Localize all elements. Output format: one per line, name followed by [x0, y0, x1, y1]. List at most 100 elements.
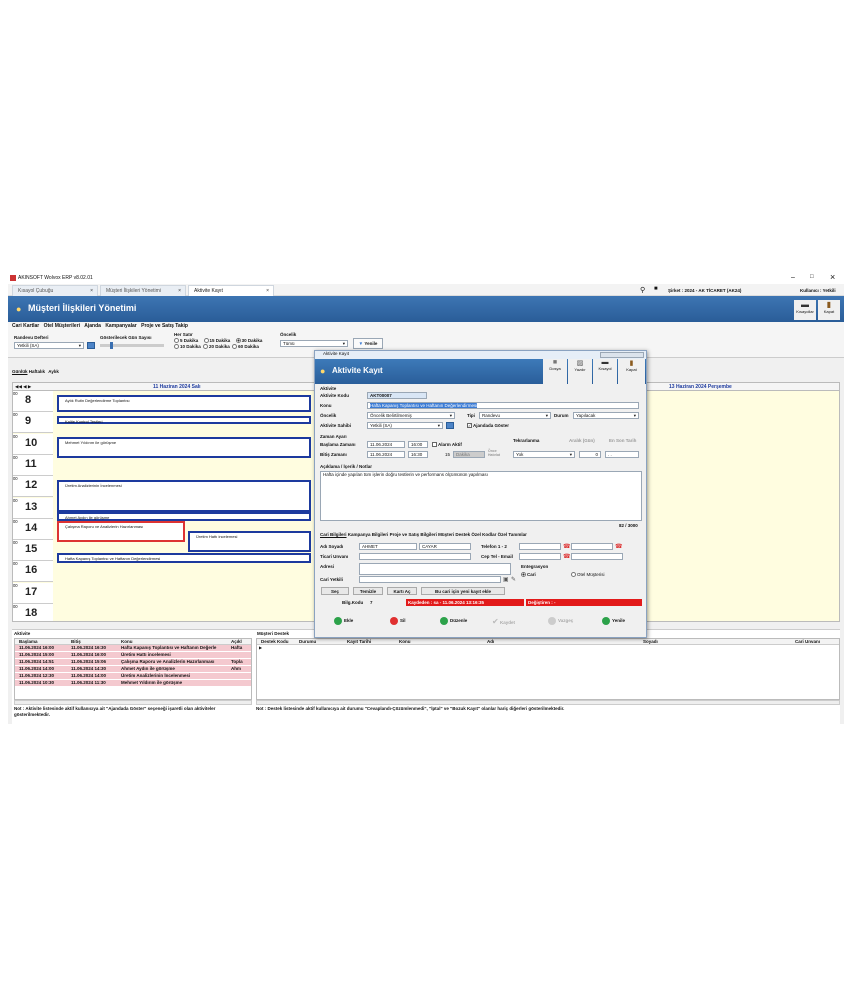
- temizle-button[interactable]: Temizle: [353, 587, 383, 595]
- support-scrollbar[interactable]: [256, 700, 840, 705]
- phone-icon[interactable]: ☎: [615, 543, 622, 550]
- bas-saat-field[interactable]: 16:00: [408, 441, 428, 448]
- menu-cari-kartlar[interactable]: Cari Kartlar: [12, 323, 39, 329]
- soyadi-field[interactable]: CAYAR: [419, 543, 471, 550]
- tab-haftalik[interactable]: Haftalık: [29, 369, 45, 374]
- sec-button[interactable]: Seç: [321, 587, 349, 595]
- shortcuts-button[interactable]: ▬ Kısayollar: [794, 300, 816, 320]
- col-durumu[interactable]: Durumu: [299, 639, 316, 644]
- phone-icon[interactable]: ☎: [563, 543, 570, 550]
- appointment[interactable]: Üretim Hattı incelemesi: [188, 531, 311, 552]
- day3-column[interactable]: [647, 391, 839, 621]
- close-tab-icon[interactable]: ×: [90, 288, 93, 294]
- tipi-select[interactable]: Randevu ▾: [479, 412, 551, 419]
- close-button[interactable]: ×: [830, 272, 835, 282]
- minimize-button[interactable]: –: [791, 274, 795, 281]
- close-dialog-button[interactable]: ▮ Kapat: [618, 359, 645, 384]
- col-destek-kodu[interactable]: Destek Kodu: [261, 639, 289, 644]
- tab-aylik[interactable]: Aylık: [48, 369, 59, 374]
- table-row[interactable]: 11.06.2024 10:30 11.06.2024 11:30 Mehmet Y…: [15, 680, 251, 687]
- phone-icon[interactable]: ☎: [563, 553, 570, 560]
- col-soyadi[interactable]: Soyadı: [643, 639, 658, 644]
- oncelik-select[interactable]: Tümü ▾: [280, 340, 348, 347]
- exit-button[interactable]: ▮ Kapat: [818, 300, 840, 320]
- radio-10[interactable]: 10 Dakika: [174, 344, 201, 350]
- konu-field[interactable]: Hafta Kapanış Toplantısı ve Haftanın Değ…: [367, 402, 639, 409]
- card-icon[interactable]: ▣: [503, 576, 509, 583]
- subtab-ozel-tanimlar[interactable]: Özel Tanımlar: [498, 532, 527, 537]
- col-konu[interactable]: Konu: [399, 639, 411, 644]
- col-baslama[interactable]: Başlama: [15, 639, 71, 644]
- cari-radio[interactable]: Cari: [521, 572, 536, 578]
- appointment[interactable]: Mehmet Yıldırım ile görüşme: [57, 437, 311, 458]
- appointment[interactable]: Kalite Kontrol Testleri: [57, 416, 311, 424]
- kaydet-button[interactable]: ✔ Kaydet: [492, 617, 515, 626]
- col-kayit-tarihi[interactable]: Kayıt Tarihi: [347, 639, 371, 644]
- shortcut-button[interactable]: ▬ Kısayol: [593, 359, 617, 384]
- bit-tarih-field[interactable]: 11.06.2024: [367, 451, 405, 458]
- bas-tarih-field[interactable]: 11.06.2024: [367, 441, 405, 448]
- ekle-button[interactable]: Ekle: [334, 617, 353, 625]
- col-aciklama[interactable]: Açıkl: [231, 639, 251, 644]
- subtab-cari[interactable]: Cari Bilgileri: [320, 532, 347, 537]
- subtab-ozel-kodlar[interactable]: Özel Kodlar: [471, 532, 496, 537]
- adi-field[interactable]: AHMET: [359, 543, 417, 550]
- menu-otel-musterileri[interactable]: Otel Müşterileri: [44, 323, 80, 329]
- alarm-unit[interactable]: Dakika: [453, 451, 485, 458]
- table-row[interactable]: 11.06.2024 16:00 11.06.2024 16:30 Hafta Ka…: [15, 645, 251, 652]
- vazgec-button[interactable]: Vazgeç: [548, 617, 573, 625]
- duzenle-button[interactable]: Düzenle: [440, 617, 467, 625]
- file-button[interactable]: ■ Dosya: [543, 359, 567, 384]
- sahibi-refresh-icon[interactable]: [446, 422, 454, 429]
- day-count-slider[interactable]: [100, 342, 164, 349]
- edit-icon[interactable]: ✎: [511, 576, 516, 583]
- radio-60[interactable]: 60 Dakika: [232, 344, 259, 350]
- alarm-checkbox[interactable]: Alarm Aktif: [432, 442, 462, 448]
- sil-button[interactable]: Sil: [390, 617, 406, 625]
- print-button[interactable]: ▨ Yazdır: [568, 359, 592, 384]
- menu-ajanda[interactable]: Ajanda: [84, 323, 101, 329]
- radio-15[interactable]: 15 Dakika: [203, 338, 230, 344]
- nav-arrows[interactable]: ◀◀ ◀ ▶: [15, 384, 31, 390]
- tab-gunluk[interactable]: Günlük: [12, 369, 28, 374]
- yeni-kayit-button[interactable]: Bu cari için yeni kayıt ekle: [421, 587, 505, 595]
- close-tab-icon[interactable]: ×: [266, 288, 269, 294]
- maximize-button[interactable]: □: [810, 274, 814, 280]
- cep-field[interactable]: [519, 553, 561, 560]
- refresh-button[interactable]: ▼ Yenile: [353, 338, 383, 349]
- radio-5[interactable]: 5 Dakika: [174, 338, 198, 344]
- table-row[interactable]: 11.06.2024 14:00 11.06.2024 14:30 Ahmet Ay…: [15, 666, 251, 673]
- activity-scrollbar[interactable]: [14, 700, 252, 705]
- unvan-field[interactable]: [359, 553, 471, 560]
- aciklama-textarea[interactable]: Hafta içinde yapılan tüm işlerin doğru t…: [320, 471, 642, 521]
- enson-field[interactable]: . .: [605, 451, 639, 458]
- refresh-small-icon[interactable]: [87, 342, 95, 349]
- email-field[interactable]: [571, 553, 623, 560]
- cari-yetkili-field[interactable]: [359, 576, 501, 583]
- appointment[interactable]: Aylık Rutin Değerlendirme Toplantısı: [57, 395, 311, 412]
- aralik-field[interactable]: 0: [579, 451, 601, 458]
- radio-20[interactable]: 20 Dakika: [203, 344, 230, 350]
- col-cari-unvani[interactable]: Cari Unvanı: [795, 639, 820, 644]
- table-row[interactable]: 11.06.2024 12:30 11.06.2024 14:00 Üretim A…: [15, 673, 251, 680]
- otel-radio[interactable]: Otel Müşterisi: [571, 572, 605, 578]
- table-row[interactable]: 11.06.2024 15:00 11.06.2024 16:00 Üretim H…: [15, 652, 251, 659]
- subtab-kampanya[interactable]: Kampanya Bilgileri: [348, 532, 389, 537]
- menu-kampanyalar[interactable]: Kampanyalar: [105, 323, 136, 329]
- adres-field[interactable]: [359, 563, 511, 575]
- radio-30[interactable]: 30 Dakika: [235, 338, 262, 344]
- subtab-proje[interactable]: Proje ve Satış Bilgileri: [390, 532, 437, 537]
- table-row[interactable]: 11.06.2024 14:51 11.06.2024 15:06 Çalışma …: [15, 659, 251, 666]
- karti-ac-button[interactable]: Kartı Aç: [387, 587, 417, 595]
- oncelik-select[interactable]: Öncelik Belirtilmemiş ▾: [367, 412, 455, 419]
- appointment[interactable]: Hafta Kapanış Toplantısı ve Haftanın Değ…: [57, 553, 311, 563]
- search-icon[interactable]: ⚲: [640, 286, 645, 294]
- subtab-destek[interactable]: Müşteri Destek: [438, 532, 470, 537]
- durum-select[interactable]: Yapılacak ▾: [573, 412, 639, 419]
- tab-mim[interactable]: Müşteri İlişkileri Yönetimi ×: [100, 285, 186, 296]
- slider-thumb[interactable]: [110, 342, 113, 349]
- col-adi[interactable]: Adı: [487, 639, 494, 644]
- randevu-select[interactable]: Yetkili (SA) ▾: [14, 342, 84, 349]
- close-tab-icon[interactable]: ×: [178, 288, 181, 294]
- tel1-field[interactable]: [519, 543, 561, 550]
